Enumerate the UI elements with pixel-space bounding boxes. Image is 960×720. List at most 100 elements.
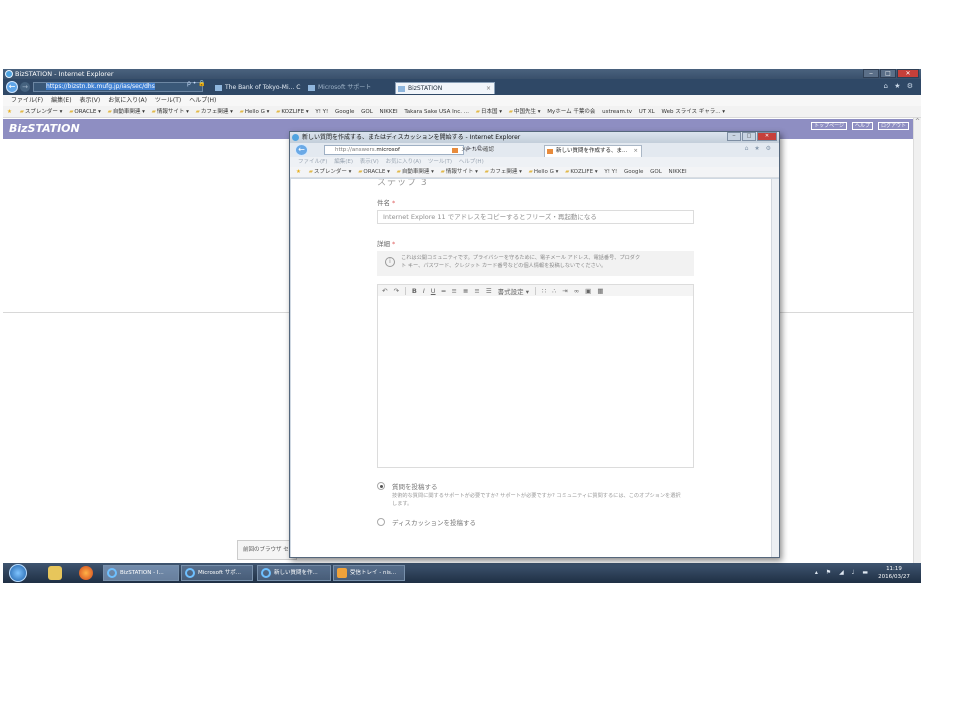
close-tab-icon[interactable]: ×	[633, 146, 638, 157]
taskbar-clock[interactable]: 11:19 2016/03/27	[873, 565, 915, 581]
taskbar-microsoft-support[interactable]: Microsoft サポ...	[181, 565, 253, 581]
tab-bank-of-tokyo[interactable]: The Bank of Tokyo-Mi... C	[213, 82, 307, 94]
align-right-icon[interactable]: ≡	[474, 287, 479, 295]
popup-address-input[interactable]: http://answers.microsof	[324, 145, 464, 155]
fav-kozlife[interactable]: ▰KOZLIFE ▾	[276, 109, 308, 115]
file-explorer-icon[interactable]	[48, 566, 62, 580]
menu-tools[interactable]: ツール(T)	[155, 97, 181, 104]
favorites-star-icon[interactable]: ★	[7, 109, 13, 115]
popup-tab-new-question[interactable]: 新しい質問を作成する、ま... ×	[544, 145, 642, 157]
fav-oracle[interactable]: ▰ORACLE ▾	[358, 169, 390, 175]
bullet-list-icon[interactable]: ∷	[542, 287, 546, 295]
fav-gol[interactable]: GOL	[361, 109, 373, 115]
fav-yahoo[interactable]: Y! Y!	[315, 109, 328, 115]
redo-icon[interactable]: ↷	[393, 287, 398, 295]
logout-link[interactable]: ログアウト	[877, 122, 909, 130]
popup-home-favorites-settings-icons[interactable]: ⌂ ★ ⚙	[745, 145, 773, 152]
taskbar-new-question[interactable]: 新しい質問を作...	[257, 565, 331, 581]
fav-oracle[interactable]: ▰ORACLE ▾	[69, 109, 101, 115]
system-tray-icons[interactable]: ▴ ⚑ ◢ ♩ ▬	[815, 569, 871, 576]
subject-input[interactable]: Internet Explore 11 でアドレスをコピーするとフリーズ・再起動…	[377, 210, 694, 224]
popup-scrollbar[interactable]	[771, 179, 779, 557]
justify-icon[interactable]: ☰	[486, 287, 492, 295]
link-icon[interactable]: ∞	[574, 287, 579, 295]
menu-favorites[interactable]: お気に入り(A)	[108, 97, 147, 104]
fav-splendor[interactable]: ▰スプレンダー ▾	[309, 169, 352, 175]
fav-nikkei[interactable]: NIKKEI	[380, 109, 398, 115]
tab-microsoft-support[interactable]: Microsoft サポート	[306, 82, 394, 94]
popup-titlebar[interactable]: 新しい質問を作成する、またはディスカッションを開始する - Internet E…	[290, 132, 779, 143]
help-link[interactable]: ヘルプ	[851, 122, 873, 130]
align-center-icon[interactable]: ≣	[463, 287, 468, 295]
menu-edit[interactable]: 編集(E)	[51, 97, 71, 104]
fav-takara[interactable]: Takara Sake USA Inc. ...	[404, 109, 469, 115]
undo-icon[interactable]: ↶	[382, 287, 387, 295]
menu-help[interactable]: ヘルプ(H)	[459, 159, 484, 165]
fav-japan[interactable]: ▰日本国 ▾	[476, 109, 502, 115]
fav-cafe[interactable]: ▰カフェ関連 ▾	[196, 109, 233, 115]
fav-info-sites[interactable]: ▰情報サイト ▾	[441, 169, 478, 175]
post-question-radio[interactable]	[377, 482, 385, 490]
fav-google[interactable]: Google	[335, 109, 354, 115]
numbered-list-icon[interactable]: ∴	[552, 287, 556, 295]
menu-file[interactable]: ファイル(F)	[11, 97, 43, 104]
start-button[interactable]	[9, 564, 27, 582]
close-tab-icon[interactable]: ×	[486, 83, 491, 94]
post-question-title[interactable]: 質問を投稿する	[392, 481, 438, 491]
menu-help[interactable]: ヘルプ(H)	[189, 97, 216, 104]
menu-file[interactable]: ファイル(F)	[298, 159, 327, 165]
menu-view[interactable]: 表示(V)	[79, 97, 100, 104]
popup-minimize-button[interactable]: ‒	[727, 132, 741, 141]
menu-edit[interactable]: 編集(E)	[334, 159, 353, 165]
fav-web-slice[interactable]: Web スライス ギャラ... ▾	[661, 109, 725, 115]
post-discussion-radio[interactable]	[377, 518, 385, 526]
fav-cafe[interactable]: ▰カフェ関連 ▾	[485, 169, 522, 175]
menu-favorites[interactable]: お気に入り(A)	[386, 159, 422, 165]
table-icon[interactable]: ▦	[597, 287, 603, 295]
address-input[interactable]: https://bizstn.bk.mufg.jp/ias/sec/dhs	[33, 82, 203, 92]
taskbar-bizstation[interactable]: BizSTATION - I...	[103, 565, 179, 581]
close-button[interactable]: ✕	[897, 69, 919, 78]
popup-close-button[interactable]: ✕	[757, 132, 777, 141]
post-discussion-title[interactable]: ディスカッションを投稿する	[392, 517, 476, 527]
align-left-icon[interactable]: ≡	[451, 287, 456, 295]
fav-hello-g[interactable]: ▰Hello G ▾	[529, 169, 559, 175]
fav-automotive[interactable]: ▰自動車関連 ▾	[397, 169, 434, 175]
previous-browser-popup[interactable]: 前回のブラウザ セ	[237, 540, 297, 560]
top-page-link[interactable]: トップページ	[811, 122, 847, 130]
popup-tab-mail-check[interactable]: メールの確認	[450, 145, 538, 157]
fav-china[interactable]: ▰中国先生 ▾	[509, 109, 541, 115]
fav-gol[interactable]: GOL	[650, 169, 662, 175]
main-window-titlebar[interactable]: BizSTATION - Internet Explorer ‒ □ ✕	[3, 69, 921, 79]
format-dropdown[interactable]: 書式設定 ▾	[498, 286, 529, 296]
image-icon[interactable]: ▣	[585, 287, 591, 295]
fav-hello-g[interactable]: ▰Hello G ▾	[240, 109, 270, 115]
fav-my-home[interactable]: Myホーム 千葉の会	[547, 109, 595, 115]
menu-tools[interactable]: ツール(T)	[428, 159, 452, 165]
fav-ustream[interactable]: ustream.tv	[602, 109, 632, 115]
maximize-button[interactable]: □	[880, 69, 896, 78]
menu-view[interactable]: 表示(V)	[360, 159, 379, 165]
taskbar-outlook-inbox[interactable]: 受信トレイ - nis...	[333, 565, 405, 581]
underline-button[interactable]: U	[431, 287, 436, 295]
fav-ut-xl[interactable]: UT XL	[639, 109, 655, 115]
address-search-controls[interactable]: ρ • 🔒	[187, 80, 206, 87]
strikethrough-button[interactable]: ═	[442, 287, 446, 295]
fav-splendor[interactable]: ▰スプレンダー ▾	[20, 109, 63, 115]
popup-back-button[interactable]: ←	[295, 144, 308, 156]
fav-automotive[interactable]: ▰自動車関連 ▾	[108, 109, 145, 115]
favorites-star-icon[interactable]: ★	[296, 169, 302, 175]
firefox-icon[interactable]	[79, 566, 93, 580]
main-scrollbar[interactable]: ^	[913, 118, 921, 564]
fav-nikkei[interactable]: NIKKEI	[669, 169, 687, 175]
fav-info-sites[interactable]: ▰情報サイト ▾	[152, 109, 189, 115]
details-editor[interactable]	[377, 296, 694, 468]
fav-yahoo[interactable]: Y! Y!	[604, 169, 617, 175]
indent-icon[interactable]: ⇥	[562, 287, 567, 295]
bold-button[interactable]: B	[412, 287, 417, 295]
tab-bizstation[interactable]: BizSTATION ×	[395, 82, 495, 94]
fav-google[interactable]: Google	[624, 169, 643, 175]
popup-maximize-button[interactable]: □	[742, 132, 756, 141]
fav-kozlife[interactable]: ▰KOZLIFE ▾	[565, 169, 597, 175]
forward-button[interactable]: →	[20, 82, 30, 92]
